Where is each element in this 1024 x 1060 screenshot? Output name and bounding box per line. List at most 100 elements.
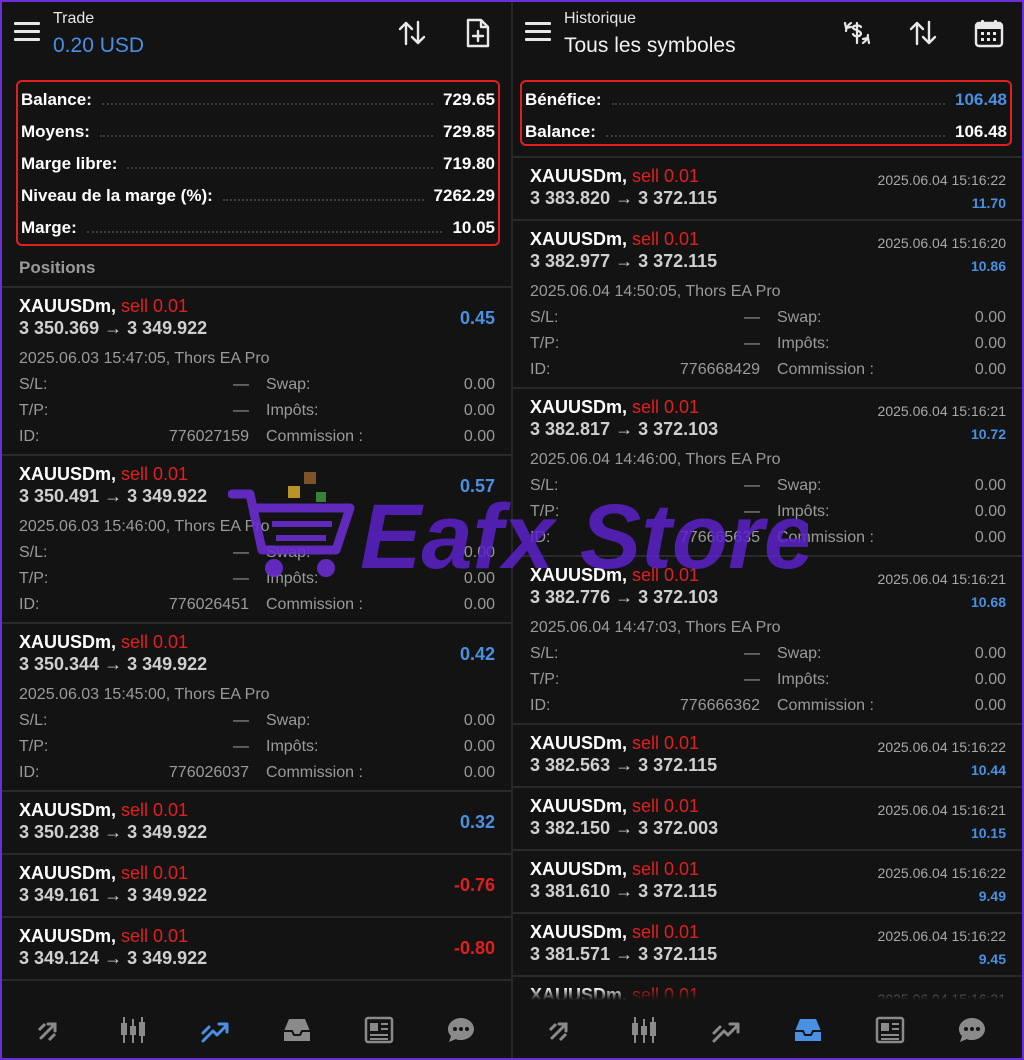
positions-section-title: Positions [19,258,96,277]
details-line: T/P: — Impôts: 0.00 [530,335,1006,361]
trade-icon [712,1022,740,1043]
detail-label: T/P: [19,402,49,419]
quotes-tab[interactable] [34,1014,68,1046]
detail-label: T/P: [530,503,560,520]
position-row[interactable]: XAUUSDm, sell 0.01 3 350.238 → 3 349.922 0… [2,792,511,855]
details-line: ID: 776665635 Commission : 0.00 [530,529,1006,555]
sort-icon[interactable] [906,16,940,50]
detail-value: 776668429 [679,361,760,378]
details-line: T/P: — Impôts: 0.00 [19,402,495,428]
position-profit: -0.76 [453,875,495,895]
deal-row[interactable]: XAUUSDm, sell 0.01 3 382.776 → 3 372.103 2… [513,557,1022,725]
symbol-label: XAUUSDm, sell 0.01 [530,922,699,943]
symbol-name: XAUUSDm, [19,863,122,883]
trade-tab[interactable] [709,1014,743,1046]
summary-value: 729.85 [443,122,495,141]
messages-tab[interactable] [444,1014,478,1046]
dotted-leader [99,135,433,137]
price-range: 3 382.150 → 3 372.003 [530,818,719,838]
detail-value: — [233,738,249,755]
deal-profit: 10.68 [970,594,1006,610]
deal-row[interactable]: XAUUSDm, sell 0.01 3 381.610 → 3 372.115 2… [513,851,1022,914]
details-line: ID: 776668429 Commission : 0.00 [530,361,1006,387]
history-tab[interactable] [791,1014,825,1046]
chart-tab[interactable] [116,1014,150,1046]
price-range: 3 350.491 → 3 349.922 [19,486,208,506]
account-summary: Balance: 729.65 Moyens: 729.85 Marge libre: 7… [16,80,500,246]
detail-value: 776027159 [168,428,249,445]
deal-row[interactable]: XAUUSDm, sell 0.01 3 383.820 → 3 372.115 2… [513,158,1022,221]
deal-time: 2025.06.04 15:16:21 [877,571,1006,587]
new-order-icon[interactable] [461,16,495,50]
details-line: ID: 776027159 Commission : 0.00 [19,428,495,454]
menu-icon[interactable] [525,22,551,44]
summary-label: Moyens: [21,122,90,141]
symbol-filter[interactable]: Tous les symboles [564,34,736,58]
history-icon [795,1019,821,1041]
details-grid: S/L: — Swap: 0.00 T/P: — Impôts: 0.00 ID: 7766663… [530,645,1006,723]
summary-value: 10.05 [452,218,495,237]
symbol-name: XAUUSDm, [530,733,633,753]
menu-icon[interactable] [14,22,40,44]
deal-row[interactable]: XAUUSDm, sell 0.01 3 382.563 → 3 372.115 2… [513,725,1022,788]
chart-tab[interactable] [627,1014,661,1046]
page-title: Historique [564,10,637,27]
deals-list: XAUUSDm, sell 0.01 3 383.820 → 3 372.115 2… [513,156,1022,1040]
detail-label: T/P: [19,738,49,755]
chart-icon [632,1017,656,1043]
history-tab[interactable] [280,1014,314,1046]
deal-profit: 10.44 [970,762,1006,778]
symbol-label: XAUUSDm, sell 0.01 [530,397,699,418]
position-row[interactable]: XAUUSDm, sell 0.01 3 350.344 → 3 349.922 0… [2,624,511,792]
symbol-label: XAUUSDm, sell 0.01 [19,464,188,485]
quotes-tab[interactable] [545,1014,579,1046]
messages-tab[interactable] [955,1014,989,1046]
symbol-name: XAUUSDm, [530,166,633,186]
detail-label: ID: [19,428,40,445]
detail-value: 0.00 [463,544,495,561]
price-range: 3 350.369 → 3 349.922 [19,318,208,338]
details-grid: S/L: — Swap: 0.00 T/P: — Impôts: 0.00 ID: 7760264… [19,544,495,622]
price-range: 3 349.124 → 3 349.922 [19,948,208,968]
order-side: sell 0.01 [121,863,189,883]
detail-label: Swap: [777,645,822,662]
news-tab[interactable] [873,1014,907,1046]
position-row[interactable]: XAUUSDm, sell 0.01 3 350.491 → 3 349.922 0… [2,456,511,624]
order-side: sell 0.01 [121,632,189,652]
detail-label: Impôts: [266,738,319,755]
order-side: sell 0.01 [632,166,700,186]
summary-label: Balance: [525,122,596,141]
quotes-icon [37,1022,57,1042]
deal-row[interactable]: XAUUSDm, sell 0.01 3 382.817 → 3 372.103 2… [513,389,1022,557]
details-grid: S/L: — Swap: 0.00 T/P: — Impôts: 0.00 ID: 7766656… [530,477,1006,555]
deal-profit: 9.49 [978,888,1006,904]
position-row[interactable]: XAUUSDm, sell 0.01 3 350.369 → 3 349.922 0… [2,288,511,456]
deal-row[interactable]: XAUUSDm, sell 0.01 3 382.150 → 3 372.003 2… [513,788,1022,851]
news-tab[interactable] [362,1014,396,1046]
position-row[interactable]: XAUUSDm, sell 0.01 3 349.124 → 3 349.922 -… [2,918,511,981]
dotted-leader [605,135,945,137]
details-line: S/L: — Swap: 0.00 [530,477,1006,503]
detail-label: Swap: [266,712,311,729]
deal-row[interactable]: XAUUSDm, sell 0.01 3 381.571 → 3 372.115 2… [513,914,1022,977]
deal-profit: 11.70 [971,195,1006,211]
order-side: sell 0.01 [632,733,700,753]
detail-value: 0.00 [974,335,1006,352]
position-row[interactable]: XAUUSDm, sell 0.01 3 349.161 → 3 349.922 -… [2,855,511,918]
history-icon [284,1019,310,1041]
detail-label: S/L: [530,309,559,326]
deal-time: 2025.06.04 15:16:22 [877,172,1006,188]
detail-label: ID: [530,697,551,714]
detail-value: — [233,376,249,393]
sort-icon[interactable] [395,16,429,50]
detail-value: 0.00 [463,764,495,781]
detail-label: Commission : [266,596,363,613]
deal-row[interactable]: XAUUSDm, sell 0.01 3 382.977 → 3 372.115 2… [513,221,1022,389]
summary-row: Marge: 10.05 [21,212,495,244]
calendar-icon[interactable] [972,16,1006,50]
history-screen: Historique Tous les symboles Bénéfice: 10… [513,2,1022,1058]
trade-tab[interactable] [198,1014,232,1046]
currency-exchange-icon[interactable] [840,16,874,50]
detail-value: — [744,477,760,494]
deal-profit: 10.86 [970,258,1006,274]
